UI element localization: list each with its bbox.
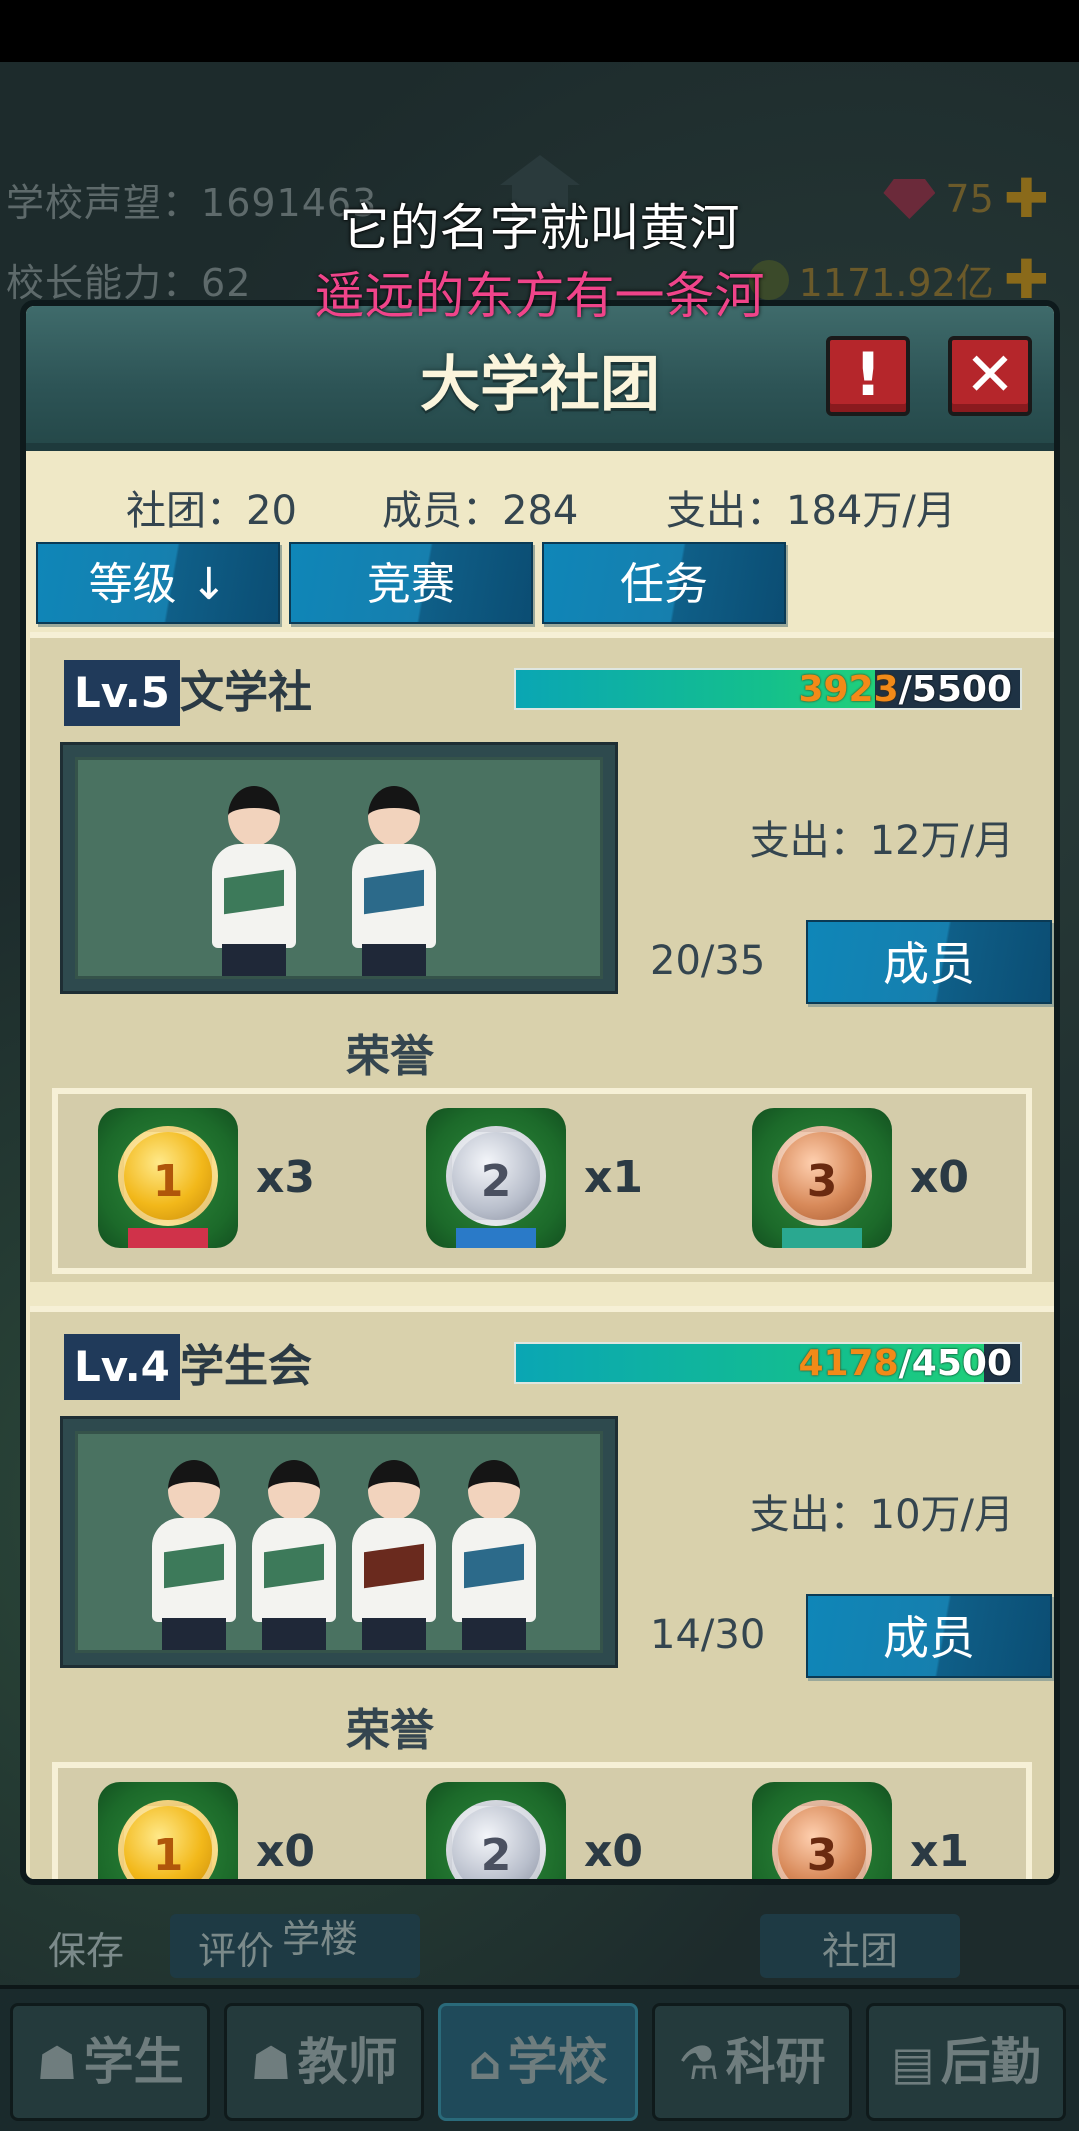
club-map-label[interactable]: 社团 <box>822 1920 898 1975</box>
bronze-medal-icon: 3 <box>752 1782 892 1879</box>
chalkboard <box>75 1431 603 1653</box>
gold-medal-count: x3 <box>256 1152 315 1203</box>
tab-level[interactable]: 等级 ↓ <box>36 542 280 624</box>
silver-medal-icon: 2 <box>426 1782 566 1879</box>
nav-school-label: 学校 <box>507 2033 608 2091</box>
gold-medal-item: 1 x3 <box>98 1108 338 1258</box>
save-label[interactable]: 保存 <box>48 1920 124 1975</box>
club-spend: 支出：10万/月 <box>749 1492 1014 1538</box>
club-progress-current: 4178 <box>798 1343 899 1384</box>
silver-medal-count: x1 <box>584 1152 643 1203</box>
flask-icon: ⚗ <box>678 2036 720 2090</box>
nav-school[interactable]: ⌂ 学校 <box>438 2003 638 2121</box>
club-illustration <box>60 742 618 994</box>
info-button[interactable]: ! <box>826 336 910 416</box>
silver-medal-item: 2 x1 <box>426 1108 666 1258</box>
silver-medal-count: x0 <box>584 1826 643 1877</box>
nav-research[interactable]: ⚗ 科研 <box>652 2003 852 2121</box>
club-progress-current: 3923 <box>798 669 899 710</box>
nav-logistics-label: 后勤 <box>940 2033 1041 2091</box>
club-level-badge: Lv.5 <box>64 660 180 726</box>
club-card: Lv.5 文学社 3923/5500 支出：12万/月 20/35 成员 荣誉 … <box>30 632 1054 1282</box>
club-members-count: 14/30 <box>650 1612 766 1658</box>
gold-medal-item: 1 x0 <box>98 1782 338 1879</box>
members-button[interactable]: 成员 <box>806 920 1052 1004</box>
bronze-medal-icon: 3 <box>752 1108 892 1248</box>
nav-research-label: 科研 <box>725 2033 826 2091</box>
club-name: 文学社 <box>180 667 312 718</box>
members-button[interactable]: 成员 <box>806 1594 1052 1678</box>
gold-medal-icon: 1 <box>98 1782 238 1879</box>
club-progress-max: /4500 <box>898 1343 1012 1384</box>
tab-tasks[interactable]: 任务 <box>542 542 786 624</box>
club-card: Lv.4 学生会 4178/4500 支出：10万/月 14/30 成员 荣誉 … <box>30 1306 1054 1879</box>
club-panel: 大学社团 ! ✕ 社团：20 成员：284 支出：184万/月 等级 ↓ 竞赛 … <box>20 300 1060 1885</box>
honor-box: 1 x0 2 x0 3 x1 <box>52 1762 1032 1879</box>
nav-logistics[interactable]: ▤ 后勤 <box>866 2003 1066 2121</box>
honor-label: 荣誉 <box>346 1705 434 1756</box>
club-progress-bar: 4178/4500 <box>514 1342 1022 1384</box>
student-icon: ☗ <box>36 2036 78 2090</box>
map-labels: 保存 评价 学楼 社团 <box>0 1900 1079 1980</box>
tab-competition[interactable]: 竞赛 <box>289 542 533 624</box>
student-figure <box>438 1450 548 1650</box>
student-figure <box>238 1450 348 1650</box>
nav-students[interactable]: ☗ 学生 <box>10 2003 210 2121</box>
club-illustration <box>60 1416 618 1668</box>
member-count: 成员：284 <box>382 488 579 534</box>
club-progress-max: /5500 <box>898 669 1012 710</box>
bottom-nav: ☗ 学生 ☗ 教师 ⌂ 学校 ⚗ 科研 ▤ 后勤 <box>0 1985 1079 2131</box>
teacher-icon: ☗ <box>250 2036 292 2090</box>
bronze-medal-item: 3 x0 <box>752 1108 992 1258</box>
chalkboard <box>75 757 603 979</box>
rate-label[interactable]: 评价 <box>198 1920 274 1975</box>
bronze-medal-count: x0 <box>910 1152 969 1203</box>
nav-students-label: 学生 <box>83 2033 184 2091</box>
building-label[interactable]: 学楼 <box>282 1908 358 1963</box>
silver-medal-icon: 2 <box>426 1108 566 1248</box>
bronze-medal-count: x1 <box>910 1826 969 1877</box>
club-level-badge: Lv.4 <box>64 1334 180 1400</box>
club-name: 学生会 <box>180 1341 312 1392</box>
subtitle-line-1: 它的名字就叫黄河 <box>339 199 740 257</box>
status-bar <box>0 0 1079 62</box>
club-progress-bar: 3923/5500 <box>514 668 1022 710</box>
student-figure <box>338 1450 448 1650</box>
clipboard-icon: ▤ <box>891 2036 935 2090</box>
total-spend: 支出：184万/月 <box>666 488 956 534</box>
club-spend: 支出：12万/月 <box>749 818 1014 864</box>
student-figure <box>198 776 308 976</box>
honor-label: 荣誉 <box>346 1031 434 1082</box>
club-stats: 社团：20 成员：284 支出：184万/月 <box>26 466 1054 536</box>
close-button[interactable]: ✕ <box>948 336 1032 416</box>
student-figure <box>338 776 448 976</box>
gold-medal-count: x0 <box>256 1826 315 1877</box>
card-divider <box>26 1282 1054 1306</box>
subtitle-line-2: 遥远的东方有一条河 <box>314 267 765 325</box>
club-members-count: 20/35 <box>650 938 766 984</box>
honor-box: 1 x3 2 x1 3 x0 <box>52 1088 1032 1274</box>
club-count: 社团：20 <box>126 488 297 534</box>
silver-medal-item: 2 x0 <box>426 1782 666 1879</box>
club-progress-text: 3923/5500 <box>798 669 1012 710</box>
nav-teachers[interactable]: ☗ 教师 <box>224 2003 424 2121</box>
bronze-medal-item: 3 x1 <box>752 1782 992 1879</box>
student-figure <box>138 1450 248 1650</box>
club-progress-text: 4178/4500 <box>798 1343 1012 1384</box>
nav-teachers-label: 教师 <box>297 2033 398 2091</box>
school-icon: ⌂ <box>468 2036 502 2090</box>
gold-medal-icon: 1 <box>98 1108 238 1248</box>
